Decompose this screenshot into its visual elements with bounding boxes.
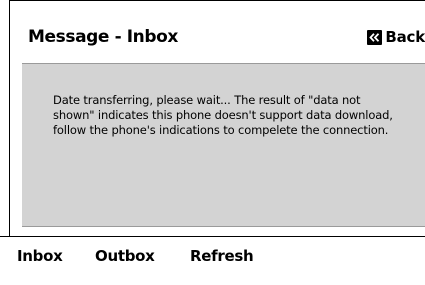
back-button[interactable]: Back	[367, 28, 425, 46]
tab-bar-divider	[0, 236, 425, 237]
back-label: Back	[385, 28, 425, 46]
transfer-status-message: Date transferring, please wait... The re…	[53, 93, 393, 137]
tab-refresh[interactable]: Refresh	[190, 247, 254, 265]
message-panel: Date transferring, please wait... The re…	[22, 63, 425, 227]
tab-outbox[interactable]: Outbox	[95, 247, 155, 265]
header: Message - Inbox Back	[9, 1, 425, 63]
double-chevron-left-icon	[367, 29, 383, 45]
page-title: Message - Inbox	[28, 27, 178, 47]
tab-inbox[interactable]: Inbox	[17, 247, 63, 265]
bottom-tab-bar: Inbox Outbox Refresh	[0, 247, 425, 271]
